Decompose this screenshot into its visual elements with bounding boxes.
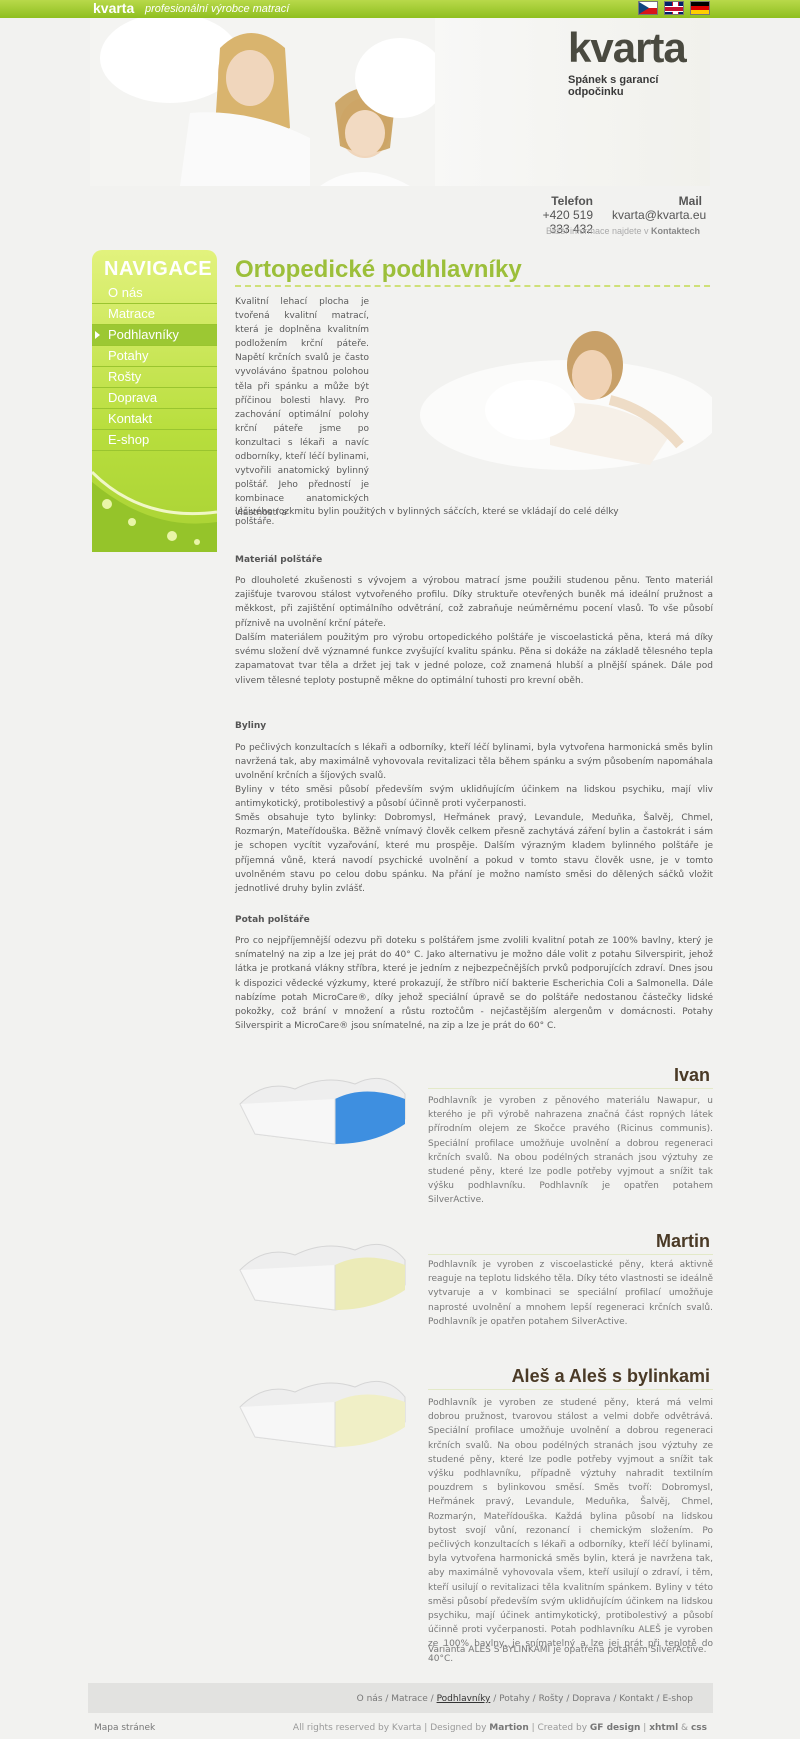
footer-nav: O nás / Matrace / Podhlavníky / Potahy /… bbox=[356, 1694, 693, 1704]
mail-label: Mail bbox=[678, 194, 702, 208]
logo-text: kvarta bbox=[568, 24, 687, 71]
created-by-label: Created by bbox=[537, 1723, 588, 1733]
section-paragraph: Po dlouholeté zkušenosti s vývojem a výr… bbox=[235, 576, 713, 629]
product-note-ales: Varianta ALEŠ S BYLINKAMI je opatřena po… bbox=[428, 1645, 707, 1655]
product-text-martin: Podhlavník je vyroben z viscoelastické p… bbox=[428, 1260, 713, 1327]
nav-item-o-nas[interactable]: O nás bbox=[92, 283, 217, 304]
section-paragraph: Po pečlivých konzultacích s lékaři a odb… bbox=[235, 743, 713, 782]
footer-link-matrace[interactable]: Matrace bbox=[391, 1694, 428, 1704]
footer-bottom: Mapa stránek All rights reserved by Kvar… bbox=[88, 1716, 713, 1739]
product-divider bbox=[428, 1389, 713, 1390]
credits: All rights reserved by Kvarta | Designed… bbox=[292, 1723, 707, 1733]
title-divider bbox=[235, 285, 710, 287]
more-info-text: Bližší informace najdete v bbox=[545, 226, 651, 236]
css-link[interactable]: css bbox=[691, 1723, 707, 1733]
nav-item-kontakt[interactable]: Kontakt bbox=[92, 409, 217, 430]
section-paragraph: Směs obsahuje tyto bylinky: Dobromysl, H… bbox=[235, 813, 713, 895]
product-divider bbox=[428, 1254, 713, 1255]
designed-by-label: Designed by bbox=[430, 1723, 487, 1733]
product-name-ales: Aleš a Aleš s bylinkami bbox=[511, 1366, 710, 1386]
page-title: Ortopedické podhlavníky bbox=[235, 256, 522, 283]
xhtml-link[interactable]: xhtml bbox=[649, 1723, 678, 1733]
nav-item-eshop[interactable]: E-shop bbox=[92, 430, 217, 451]
more-info: Bližší informace najdete v Kontaktech bbox=[546, 226, 700, 236]
contacts-link[interactable]: Kontaktech bbox=[651, 226, 700, 236]
cz-flag-icon[interactable] bbox=[638, 1, 658, 15]
product-text-ivan: Podhlavník je vyroben z pěnového materiá… bbox=[428, 1096, 713, 1206]
section-heading-byliny: Byliny bbox=[235, 721, 267, 731]
section-paragraph: Dalším materiálem použitým pro výrobu or… bbox=[235, 633, 713, 686]
created-by-link[interactable]: GF design bbox=[590, 1723, 641, 1733]
nav-item-doprava[interactable]: Doprava bbox=[92, 388, 217, 409]
nav-item-potahy[interactable]: Potahy bbox=[92, 346, 217, 367]
section-heading-potah: Potah polštáře bbox=[235, 915, 310, 925]
pillow-martin-image bbox=[239, 1243, 406, 1311]
pillow-ales-image bbox=[239, 1380, 406, 1448]
phone-label: Telefon bbox=[551, 194, 593, 208]
mail-block: Mail kvarta@kvarta.eu bbox=[612, 194, 706, 222]
de-flag-icon[interactable] bbox=[690, 1, 710, 15]
intro-text: Kvalitní lehací plocha je tvořená kvalit… bbox=[235, 297, 369, 519]
uk-flag-icon[interactable] bbox=[664, 1, 684, 15]
rights-text: All rights reserved by Kvarta bbox=[292, 1723, 422, 1733]
nav-heading: NAVIGACE bbox=[104, 258, 213, 280]
section-paragraph: Byliny v této směsi působí především svý… bbox=[235, 785, 713, 810]
nav-list: O nás Matrace Podhlavníky Potahy Rošty D… bbox=[92, 283, 217, 451]
top-bar: kvarta profesionální výrobce matrací bbox=[0, 0, 800, 18]
footer-link-o-nas[interactable]: O nás bbox=[357, 1694, 383, 1704]
designed-by-link[interactable]: Martion bbox=[489, 1723, 528, 1733]
product-text-ales: Podhlavník je vyroben ze studené pěny, k… bbox=[428, 1398, 713, 1664]
footer-link-podhlavniky[interactable]: Podhlavníky bbox=[437, 1694, 491, 1704]
topbar-tagline: profesionální výrobce matrací bbox=[145, 3, 290, 15]
pillow-ivan-image bbox=[239, 1077, 406, 1145]
product-divider bbox=[428, 1088, 713, 1089]
intro-tail-text: léčivého rozkmitu bylin použitých v byli… bbox=[235, 507, 619, 527]
nav-item-rosty[interactable]: Rošty bbox=[92, 367, 217, 388]
header-banner: kvarta Spánek s garancí odpočinku bbox=[90, 18, 710, 186]
logo-slogan: Spánek s garancí odpočinku bbox=[568, 74, 659, 98]
language-flags bbox=[638, 1, 710, 15]
nav-item-podhlavniky[interactable]: Podhlavníky bbox=[92, 325, 217, 346]
product-name-martin: Martin bbox=[656, 1231, 710, 1251]
topbar-brand[interactable]: kvarta bbox=[93, 0, 134, 16]
section-heading-material: Materiál polštáře bbox=[235, 555, 323, 565]
footer-link-potahy[interactable]: Potahy bbox=[499, 1694, 530, 1704]
girls-pillow-photo bbox=[90, 18, 435, 186]
footer-link-doprava[interactable]: Doprava bbox=[572, 1694, 610, 1704]
flower-decoration bbox=[92, 470, 217, 552]
section-paragraph: Pro co nejpříjemnější odezvu při doteku … bbox=[235, 936, 713, 1032]
woman-pillow-photo bbox=[410, 295, 712, 487]
footer-link-eshop[interactable]: E-shop bbox=[662, 1694, 693, 1704]
mail-value[interactable]: kvarta@kvarta.eu bbox=[612, 208, 706, 222]
kvarta-logo[interactable]: kvarta bbox=[568, 24, 687, 72]
navigation-panel: NAVIGACE O nás Matrace Podhlavníky Potah… bbox=[92, 250, 217, 552]
product-name-ivan: Ivan bbox=[673, 1065, 710, 1085]
sitemap-link[interactable]: Mapa stránek bbox=[94, 1723, 155, 1733]
footer-link-rosty[interactable]: Rošty bbox=[539, 1694, 564, 1704]
nav-item-matrace[interactable]: Matrace bbox=[92, 304, 217, 325]
footer-link-kontakt[interactable]: Kontakt bbox=[619, 1694, 653, 1704]
